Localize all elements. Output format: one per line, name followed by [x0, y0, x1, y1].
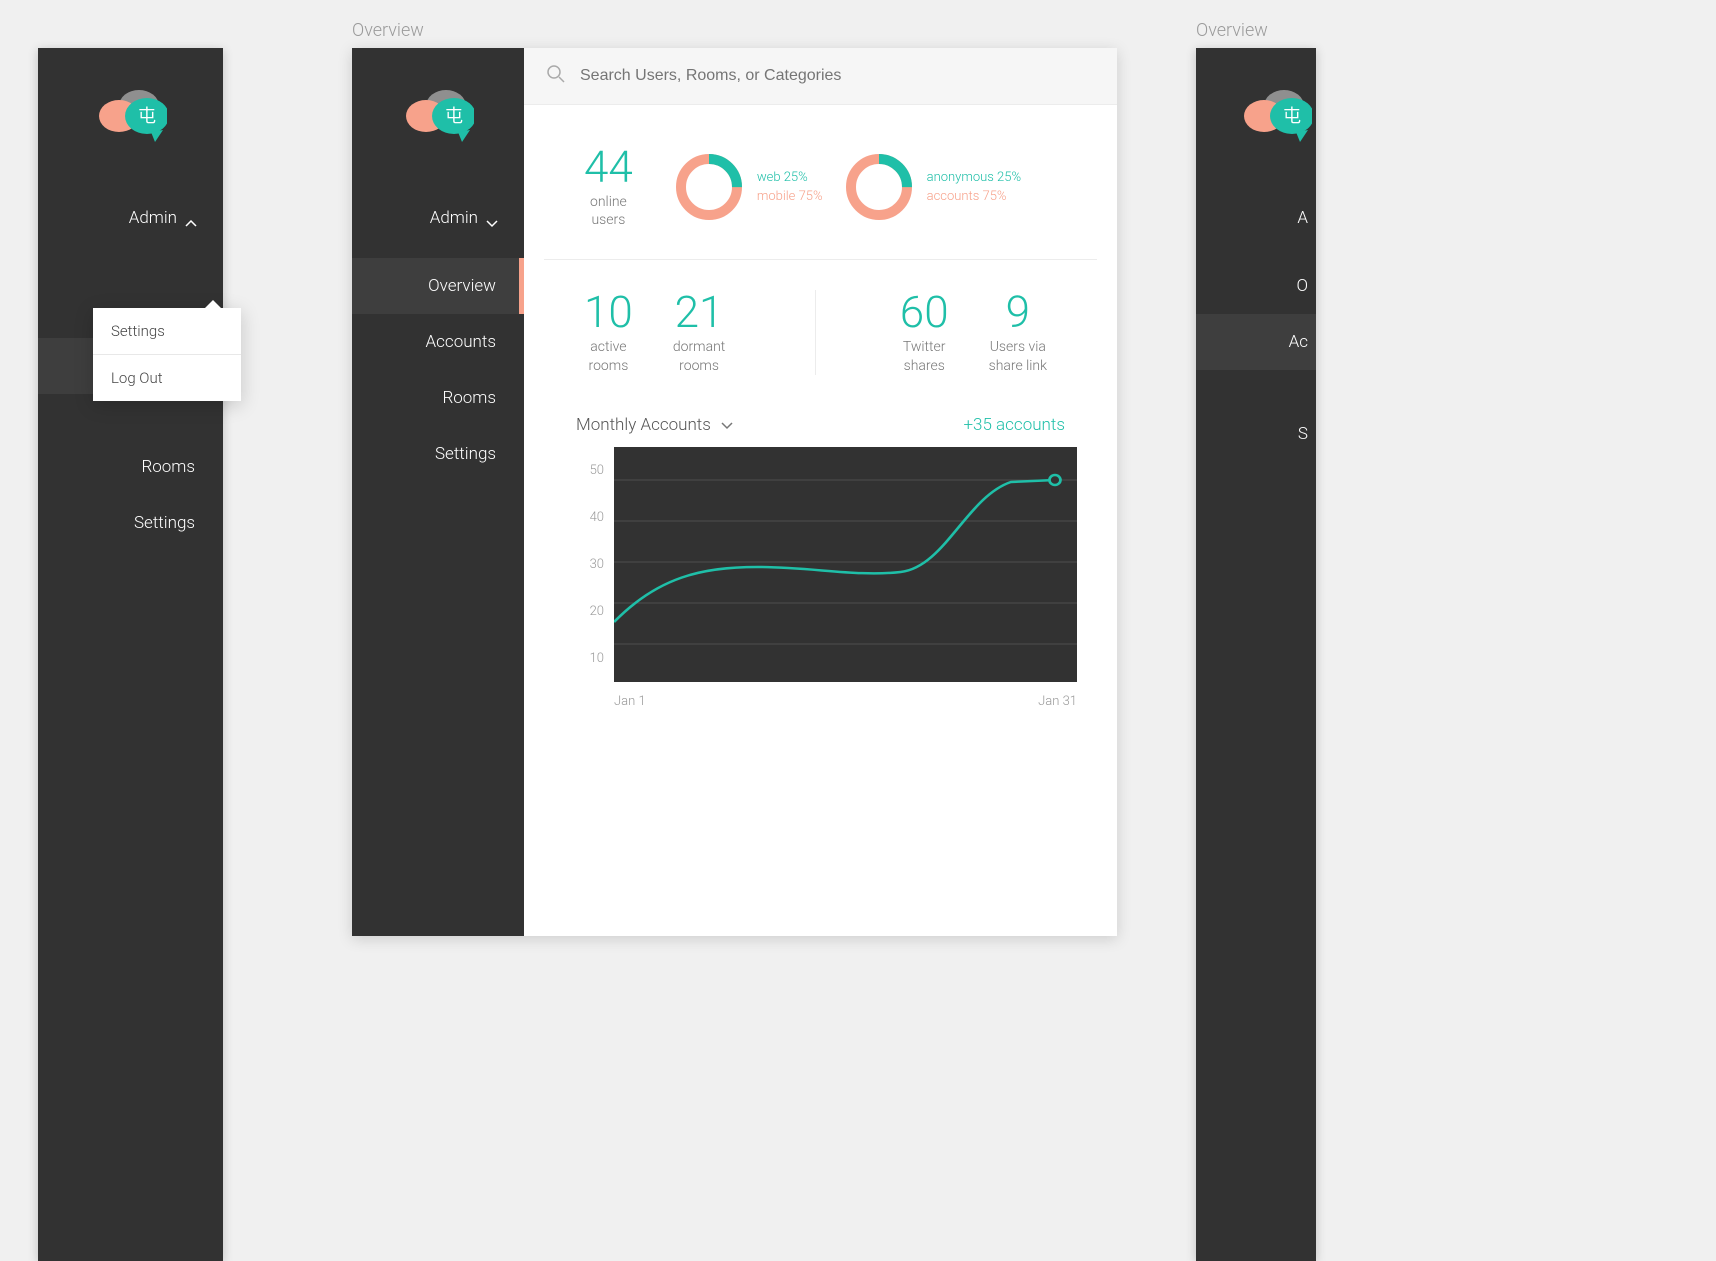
twitter-shares-value: 60	[900, 290, 949, 334]
sidebar-item-accounts[interactable]: Ac	[1196, 314, 1316, 370]
admin-dropdown-toggle[interactable]: A	[1196, 198, 1316, 238]
stats-mid-row: 10 activerooms 21 dormantrooms 60 Twitte…	[544, 260, 1097, 404]
sidebar-item-rooms[interactable]	[1196, 370, 1316, 406]
donut-chart-icon	[843, 151, 915, 223]
donut-chart-icon	[673, 151, 745, 223]
stats-rooms-col: 10 activerooms 21 dormantrooms	[564, 290, 815, 374]
chevron-down-icon	[486, 213, 496, 223]
metric-dormant-rooms: 21 dormantrooms	[673, 290, 725, 374]
metric-sharelink-users: 9 Users viashare link	[989, 290, 1047, 374]
sidebar-item-rooms[interactable]: Rooms	[352, 370, 524, 426]
sidebar-item-settings[interactable]: Settings	[38, 495, 223, 551]
search-input[interactable]	[580, 67, 1095, 85]
chart-x-axis: Jan 1 Jan 31	[614, 694, 1077, 709]
twitter-shares-label: Twittershares	[900, 338, 949, 374]
admin-label: Admin	[129, 208, 177, 228]
sidebar-item-overview[interactable]: Overview	[352, 258, 524, 314]
svg-text:屯: 屯	[1283, 106, 1301, 127]
app-logo: 屯	[1196, 48, 1316, 178]
admin-dropdown-toggle[interactable]: Admin	[38, 198, 223, 238]
chart-dropdown[interactable]: Monthly Accounts	[576, 415, 733, 435]
donut-web-mobile: web 25% mobile 75%	[673, 151, 823, 223]
admin-label: Admin	[430, 208, 478, 228]
metric-active-rooms: 10 activerooms	[584, 290, 633, 374]
dashboard-content: 44 onlineusers web 25% mobile 75%	[524, 48, 1117, 936]
svg-text:屯: 屯	[138, 106, 156, 127]
admin-label: A	[1297, 208, 1308, 228]
active-rooms-label: activerooms	[584, 338, 633, 374]
active-rooms-value: 10	[584, 290, 633, 334]
donut1-label-mobile: mobile 75%	[757, 187, 823, 207]
sharelink-label: Users viashare link	[989, 338, 1047, 374]
sidebar-item-rooms[interactable]: Rooms	[38, 439, 223, 495]
dormant-rooms-label: dormantrooms	[673, 338, 725, 374]
app-logo: 屯	[352, 48, 524, 178]
line-chart-icon	[614, 447, 1077, 682]
admin-dropdown-toggle[interactable]: Admin	[352, 198, 524, 238]
donut2-label-anon: anonymous 25%	[927, 168, 1021, 188]
dropdown-item-settings[interactable]: Settings	[93, 308, 241, 354]
stats-shares-col: 60 Twittershares 9 Users viashare link	[815, 290, 1077, 374]
sharelink-value: 9	[989, 290, 1047, 334]
metric-twitter-shares: 60 Twittershares	[900, 290, 949, 374]
admin-dropdown-menu: Settings Log Out	[93, 308, 241, 401]
chart-y-axis: 50 40 30 20 10	[576, 447, 604, 682]
search-bar	[524, 48, 1117, 105]
chart-x-start: Jan 1	[614, 694, 646, 709]
sidebar-item-overview[interactable]: O	[1196, 258, 1316, 314]
sidebar-cropped-variant: 屯 A O Ac S	[1196, 48, 1316, 1261]
svg-text:屯: 屯	[445, 106, 463, 127]
online-users-label: onlineusers	[584, 193, 633, 229]
donut1-label-web: web 25%	[757, 168, 823, 188]
online-users-value: 44	[584, 145, 633, 189]
sidebar-item-settings[interactable]: S	[1196, 406, 1316, 462]
donut-anon-accounts: anonymous 25% accounts 75%	[843, 151, 1021, 223]
dashboard-sidebar: 屯 Admin Overview Accounts Rooms Settings	[352, 48, 524, 936]
app-logo: 屯	[38, 48, 223, 178]
chart-x-end: Jan 31	[1038, 694, 1077, 709]
stats-top-row: 44 onlineusers web 25% mobile 75%	[544, 105, 1097, 260]
panel-title-overview-3: Overview	[1196, 20, 1268, 41]
metric-online-users: 44 onlineusers	[584, 145, 633, 229]
donut2-label-accounts: accounts 75%	[927, 187, 1021, 207]
panel-title-overview: Overview	[352, 20, 424, 41]
chart-dropdown-label: Monthly Accounts	[576, 415, 711, 435]
sidebar-item-settings[interactable]: Settings	[352, 426, 524, 482]
dormant-rooms-value: 21	[673, 290, 725, 334]
sidebar-dropdown-variant: 屯 Admin Settings Log Out . Rooms Setting…	[38, 48, 223, 1261]
dashboard-overview: 屯 Admin Overview Accounts Rooms Settings…	[352, 48, 1117, 936]
sidebar-item-accounts[interactable]: Accounts	[352, 314, 524, 370]
chevron-up-icon	[185, 213, 195, 223]
chart-canvas: 50 40 30 20 10	[614, 447, 1077, 682]
dropdown-item-logout[interactable]: Log Out	[93, 354, 241, 401]
chevron-down-icon	[721, 415, 733, 435]
search-icon	[546, 64, 566, 88]
chart-delta: +35 accounts	[963, 415, 1065, 435]
chart-block: Monthly Accounts +35 accounts 50 40 30 2…	[524, 405, 1117, 739]
